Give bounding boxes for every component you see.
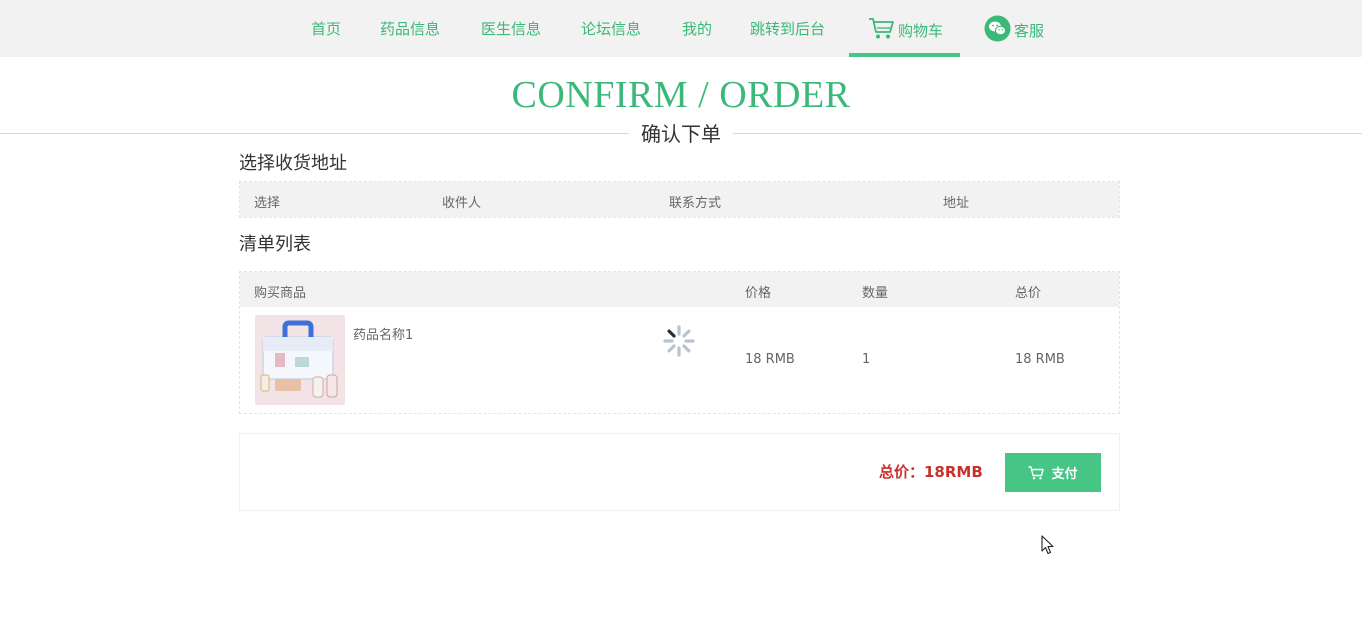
address-table-header: 选择 收件人 联系方式 地址 <box>240 182 1119 217</box>
nav-item-doctor-info[interactable]: 医生信息 <box>481 0 541 57</box>
medicine-box-image[interactable] <box>255 315 345 405</box>
order-summary: 总价：18RMB 支付 <box>239 433 1120 511</box>
column-header-quantity: 数量 <box>862 286 889 301</box>
top-navigation: 首页 药品信息 医生信息 论坛信息 我的 跳转到后台 购物车 客服 <box>0 0 1362 57</box>
nav-label: 客服 <box>1014 22 1045 40</box>
nav-label: 论坛信息 <box>581 20 642 38</box>
column-header-contact: 联系方式 <box>669 196 722 211</box>
order-table-header: 购买商品 价格 数量 总价 <box>240 272 1119 307</box>
wechat-icon <box>984 15 1011 42</box>
address-table: 选择 收件人 联系方式 地址 <box>239 181 1120 218</box>
column-header-address: 地址 <box>943 196 970 211</box>
product-name[interactable]: 药品名称1 <box>353 324 413 343</box>
nav-item-cart[interactable]: 购物车 <box>848 0 961 57</box>
column-header-price: 价格 <box>745 286 772 301</box>
loading-spinner-icon <box>663 325 695 357</box>
nav-item-admin[interactable]: 跳转到后台 <box>750 0 825 57</box>
cart-icon <box>1028 465 1045 479</box>
nav-item-mine[interactable]: 我的 <box>682 0 712 57</box>
column-header-total: 总价 <box>1015 286 1042 301</box>
column-header-product: 购买商品 <box>254 286 307 301</box>
nav-label: 购物车 <box>898 22 944 40</box>
nav-label: 跳转到后台 <box>750 20 826 38</box>
mouse-cursor-icon <box>1041 535 1055 559</box>
order-total: 总价：18RMB <box>879 463 983 481</box>
product-total: 18 RMB <box>1015 352 1065 367</box>
product-price: 18 RMB <box>745 352 795 367</box>
nav-item-home[interactable]: 首页 <box>311 0 341 57</box>
column-header-recipient: 收件人 <box>442 196 482 211</box>
nav-item-medicine-info[interactable]: 药品信息 <box>380 0 440 57</box>
column-header-select: 选择 <box>254 196 281 211</box>
address-section-title: 选择收货地址 <box>239 153 347 174</box>
nav-item-customer-service[interactable]: 客服 <box>984 0 1044 57</box>
nav-label: 我的 <box>682 20 713 38</box>
product-quantity: 1 <box>862 352 871 367</box>
nav-label: 首页 <box>311 20 342 38</box>
pay-button[interactable]: 支付 <box>1005 453 1101 492</box>
cart-icon <box>868 17 895 40</box>
list-section-title: 清单列表 <box>239 234 311 255</box>
nav-label: 药品信息 <box>380 20 441 38</box>
nav-item-forum-info[interactable]: 论坛信息 <box>581 0 641 57</box>
pay-button-label: 支付 <box>1051 467 1078 482</box>
nav-label: 医生信息 <box>481 20 542 38</box>
page-subtitle: 确认下单 <box>629 118 733 147</box>
page-title: CONFIRM / ORDER <box>511 74 851 116</box>
